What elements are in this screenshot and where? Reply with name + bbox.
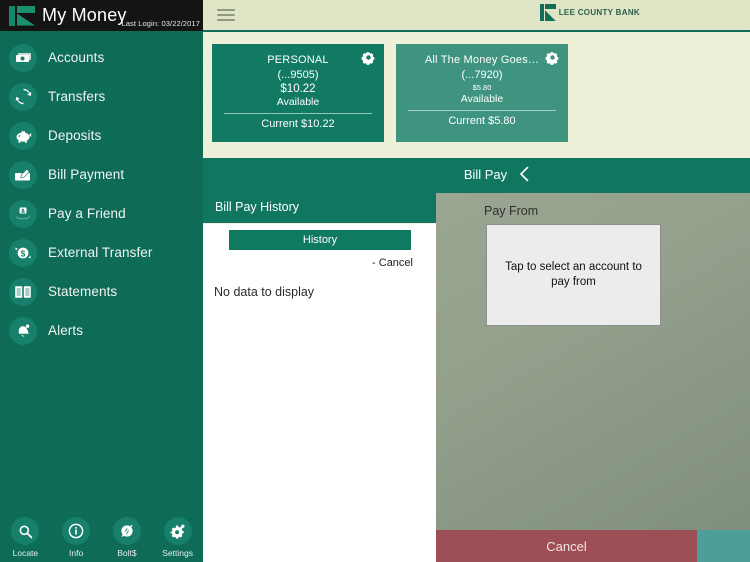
sidebar-item-statements[interactable]: Statements: [0, 274, 203, 309]
sidebar-item-deposits[interactable]: Deposits: [0, 118, 203, 153]
gear-icon[interactable]: [361, 50, 376, 70]
top-bar: LEE COUNTY BANK: [203, 0, 750, 32]
account-current-balance: Current $5.80: [448, 115, 516, 127]
billpay-title: Bill Pay: [463, 166, 508, 182]
person-hand-icon: [9, 199, 37, 228]
sidebar-item-label: Deposits: [48, 128, 102, 143]
open-book-icon: [9, 277, 37, 306]
search-icon: [11, 517, 40, 545]
piggy-bank-icon: [9, 121, 37, 150]
bottom-bar-filler: [697, 530, 750, 562]
pay-from-overlay: Pay From Tap to select an account to pay…: [436, 193, 750, 562]
account-balance: $10.22: [280, 83, 316, 95]
sidebar-item-label: Statements: [48, 284, 118, 299]
divider: [408, 110, 556, 111]
cancel-link[interactable]: - Cancel: [203, 257, 413, 269]
gear-icon: [163, 517, 192, 545]
history-button[interactable]: History: [229, 230, 411, 250]
svg-text:$: $: [21, 249, 26, 258]
last-login-text: Last Login: 03/22/2017: [121, 19, 200, 28]
divider: [224, 113, 372, 114]
sidebar-item-label: Bill Payment: [48, 167, 125, 182]
hamburger-menu-icon[interactable]: [217, 6, 235, 24]
chevron-left-icon[interactable]: [519, 166, 529, 187]
sidebar: My Money Last Login: 03/22/2017 Accounts…: [0, 0, 203, 562]
toolbar-item-bolt-dollar[interactable]: Bolt$: [103, 517, 151, 558]
account-name: PERSONAL: [267, 54, 329, 66]
sidebar-item-transfers[interactable]: Transfers: [0, 79, 203, 114]
app-root: My Money Last Login: 03/22/2017 Accounts…: [0, 0, 750, 562]
account-number: (...7920): [461, 69, 503, 81]
sidebar-item-pay-a-friend[interactable]: Pay a Friend: [0, 196, 203, 231]
sidebar-item-label: Pay a Friend: [48, 206, 126, 221]
dollar-circle-arrows-icon: $: [9, 238, 37, 267]
toolbar-item-info[interactable]: Info: [52, 517, 100, 558]
toolbar-item-label: Info: [69, 548, 84, 558]
cancel-button[interactable]: Cancel: [436, 530, 697, 562]
account-card-personal[interactable]: PERSONAL (...9505) $10.22 Available Curr…: [212, 44, 384, 142]
check-pen-icon: [9, 160, 37, 189]
sidebar-item-bill-payment[interactable]: Bill Payment: [0, 157, 203, 192]
pay-from-label: Pay From: [484, 204, 539, 218]
toolbar-item-locate[interactable]: Locate: [1, 517, 49, 558]
account-number: (...9505): [277, 69, 319, 81]
account-card-all-the-money-goes[interactable]: All The Money Goes… (...7920) $5.80 Avai…: [396, 44, 568, 142]
sidebar-item-label: Transfers: [48, 89, 106, 104]
bell-icon: [9, 316, 37, 345]
sidebar-item-alerts[interactable]: Alerts: [0, 313, 203, 348]
account-cards-strip: PERSONAL (...9505) $10.22 Available Curr…: [203, 32, 750, 158]
sidebar-item-label: Accounts: [48, 50, 105, 65]
sidebar-item-accounts[interactable]: Accounts: [0, 40, 203, 75]
info-circle-icon: [62, 517, 91, 545]
account-balance: $5.80: [472, 83, 492, 92]
sidebar-item-label: External Transfer: [48, 245, 153, 260]
toolbar-item-label: Bolt$: [117, 548, 137, 558]
sidebar-toolbar: Locate Info Bolt$ Settings: [0, 517, 203, 558]
bank-logo: LEE COUNTY BANK: [539, 4, 640, 21]
account-balance-caption: Available: [276, 96, 320, 108]
refresh-arrows-icon: [9, 82, 37, 111]
pay-from-account-selector[interactable]: Tap to select an account to pay from: [486, 224, 661, 326]
toolbar-item-label: Settings: [162, 548, 193, 558]
sidebar-header: My Money Last Login: 03/22/2017: [0, 0, 203, 31]
bank-name-text: LEE COUNTY BANK: [558, 8, 640, 17]
billpay-nav-bar: Bill Pay: [203, 158, 750, 190]
account-name: All The Money Goes…: [424, 54, 540, 66]
sidebar-nav: Accounts Transfers Deposits Bill Payment: [0, 31, 203, 348]
sidebar-item-label: Alerts: [48, 323, 84, 338]
sidebar-item-external-transfer[interactable]: $ External Transfer: [0, 235, 203, 270]
gear-icon[interactable]: [545, 50, 560, 70]
bolt-dollar-icon: [112, 517, 141, 545]
empty-state-message: No data to display: [214, 285, 315, 299]
lee-county-bank-logo-mark-icon: [539, 4, 556, 21]
app-title: My Money: [42, 5, 127, 25]
brand-logo-icon: [9, 5, 35, 26]
account-balance-caption: Available: [460, 93, 504, 105]
account-current-balance: Current $10.22: [261, 118, 335, 130]
toolbar-item-label: Locate: [12, 548, 39, 558]
money-stack-icon: [9, 43, 37, 72]
toolbar-item-settings[interactable]: Settings: [154, 517, 202, 558]
